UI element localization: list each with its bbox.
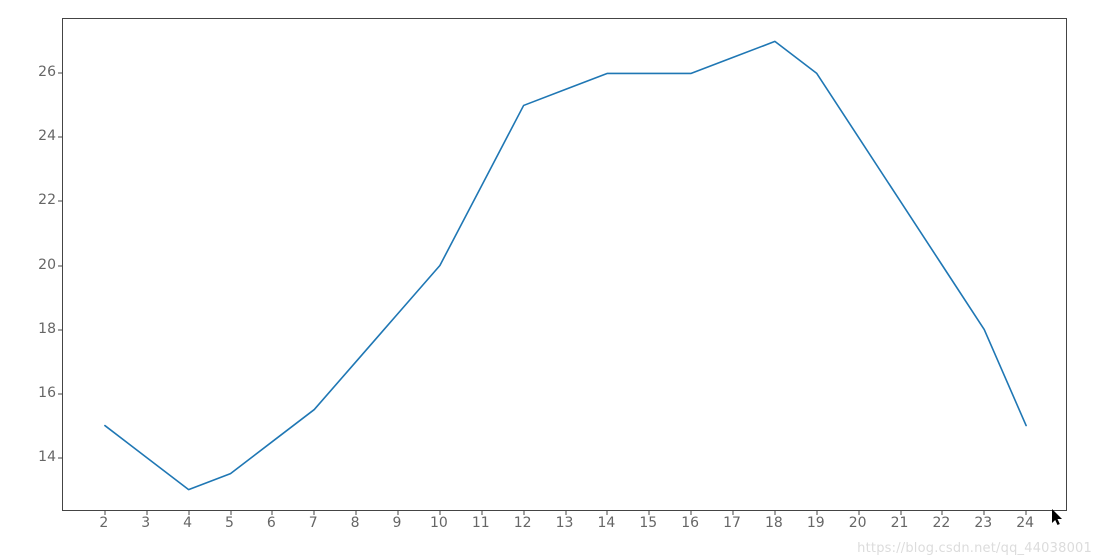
y-axis: 14 16 18 20 22 24 26 [0,18,62,511]
x-tick-label: 22 [932,515,950,531]
y-tick-label: 18 [38,321,56,337]
x-tick-label: 14 [597,515,615,531]
y-tick-label: 26 [38,64,56,80]
x-tick-label: 23 [974,515,992,531]
x-tick-label: 16 [681,515,699,531]
plot-area [62,18,1067,511]
figure: 14161820222426 2345678910111213141516171… [0,0,1102,560]
x-tick-label: 20 [849,515,867,531]
x-tick-label: 21 [891,515,909,531]
watermark-text: https://blog.csdn.net/qq_44038001 [857,541,1092,556]
x-tick-label: 3 [141,515,150,531]
y-tick-label: 14 [38,449,56,465]
x-axis: 23456789101112131415161718192021222324 [62,511,1067,541]
x-tick-label: 24 [1016,515,1034,531]
x-tick-label: 19 [807,515,825,531]
chart-svg [63,19,1068,512]
x-tick-label: 15 [639,515,657,531]
y-tick-label: 24 [38,128,56,144]
x-tick-label: 7 [309,515,318,531]
x-tick-label: 9 [393,515,402,531]
y-tick-label: 20 [38,257,56,273]
y-tick-label: 16 [38,385,56,401]
x-tick-label: 12 [514,515,532,531]
y-tick-label: 22 [38,192,56,208]
x-tick-label: 2 [99,515,108,531]
x-tick-label: 11 [472,515,490,531]
x-tick-label: 8 [351,515,360,531]
x-tick-label: 5 [225,515,234,531]
x-tick-label: 10 [430,515,448,531]
line-series [105,41,1026,489]
x-tick-label: 13 [556,515,574,531]
x-tick-label: 4 [183,515,192,531]
x-tick-label: 18 [765,515,783,531]
x-tick-label: 6 [267,515,276,531]
x-tick-label: 17 [723,515,741,531]
